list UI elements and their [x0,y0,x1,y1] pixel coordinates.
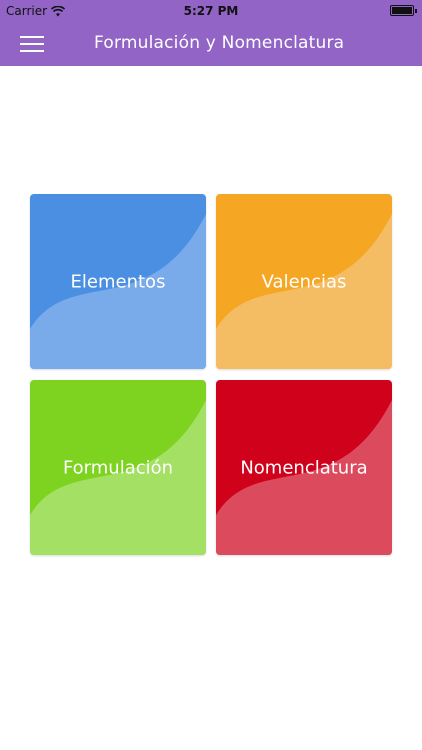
carrier-label: Carrier [6,4,48,18]
tile-formulacion[interactable]: Formulación [30,380,206,555]
wifi-icon [51,5,66,16]
tile-nomenclatura[interactable]: Nomenclatura [216,380,392,555]
menu-grid: Elementos Valencias Formulación Nomencla… [30,194,392,556]
page-title: Formulación y Nomenclatura [94,33,345,53]
tile-label: Nomenclatura [240,457,368,478]
battery-icon [390,5,417,16]
tile-elementos[interactable]: Elementos [30,194,206,369]
status-bar: Carrier 5:27 PM [0,0,422,22]
tile-valencias[interactable]: Valencias [216,194,392,369]
tile-label: Valencias [261,271,347,292]
carrier-indicator: Carrier [6,4,66,18]
nav-bar: Formulación y Nomenclatura [0,22,422,66]
tile-label: Elementos [70,271,166,292]
hamburger-menu-icon[interactable] [20,34,44,54]
tile-label: Formulación [62,457,174,478]
